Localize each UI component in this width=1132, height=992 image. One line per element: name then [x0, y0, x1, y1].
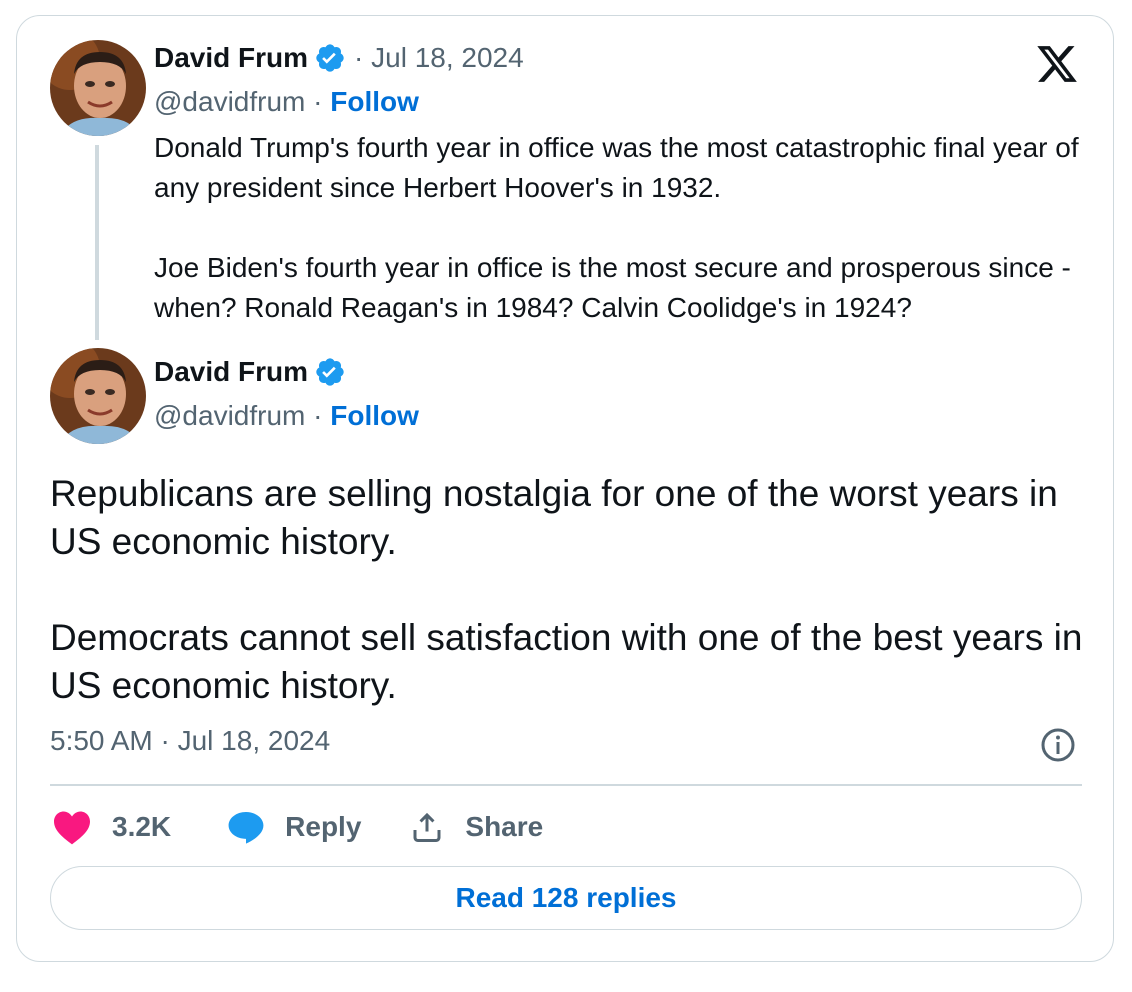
share-label: Share	[465, 811, 544, 842]
action-bar: 3.2K Reply Share	[52, 805, 543, 849]
divider	[50, 784, 1082, 786]
quoted-tweet-text: Donald Trump's fourth year in office was…	[154, 132, 1079, 323]
author-name[interactable]: David Frum	[154, 356, 308, 388]
author-handle[interactable]: @davidfrum	[154, 400, 305, 431]
heart-icon	[54, 811, 90, 845]
main-author-row: David Frum	[154, 356, 346, 388]
like-button[interactable]: 3.2K	[52, 809, 171, 845]
avatar[interactable]	[50, 348, 146, 444]
follow-link[interactable]: Follow	[330, 400, 419, 431]
info-icon[interactable]	[1040, 727, 1076, 763]
quoted-author-row: David Frum · Jul 18, 2024	[154, 42, 524, 74]
verified-badge-icon	[316, 44, 344, 72]
author-name[interactable]: David Frum	[154, 42, 308, 74]
quoted-handle-row: @davidfrum · Follow	[154, 86, 419, 118]
reply-button[interactable]: Reply	[227, 809, 361, 845]
tweet-timestamp[interactable]: 5:50 AM · Jul 18, 2024	[50, 725, 330, 757]
separator-dot: ·	[313, 86, 323, 117]
tweet-date[interactable]: · Jul 18, 2024	[354, 42, 524, 74]
reply-label: Reply	[285, 811, 362, 842]
main-handle-row: @davidfrum · Follow	[154, 400, 419, 432]
separator-dot: ·	[313, 400, 323, 431]
reply-bubble-icon	[228, 811, 264, 844]
follow-link[interactable]: Follow	[330, 86, 419, 117]
avatar[interactable]	[50, 40, 146, 136]
thread-connector-line	[95, 145, 99, 340]
verified-badge-icon	[316, 358, 344, 386]
x-logo-icon[interactable]	[1034, 42, 1080, 86]
main-tweet-text: Republicans are selling nostalgia for on…	[50, 473, 1083, 706]
read-replies-button[interactable]: Read 128 replies	[50, 866, 1082, 930]
share-icon	[413, 812, 441, 842]
author-handle[interactable]: @davidfrum	[154, 86, 305, 117]
share-button[interactable]: Share	[409, 809, 543, 845]
like-count: 3.2K	[112, 811, 172, 842]
